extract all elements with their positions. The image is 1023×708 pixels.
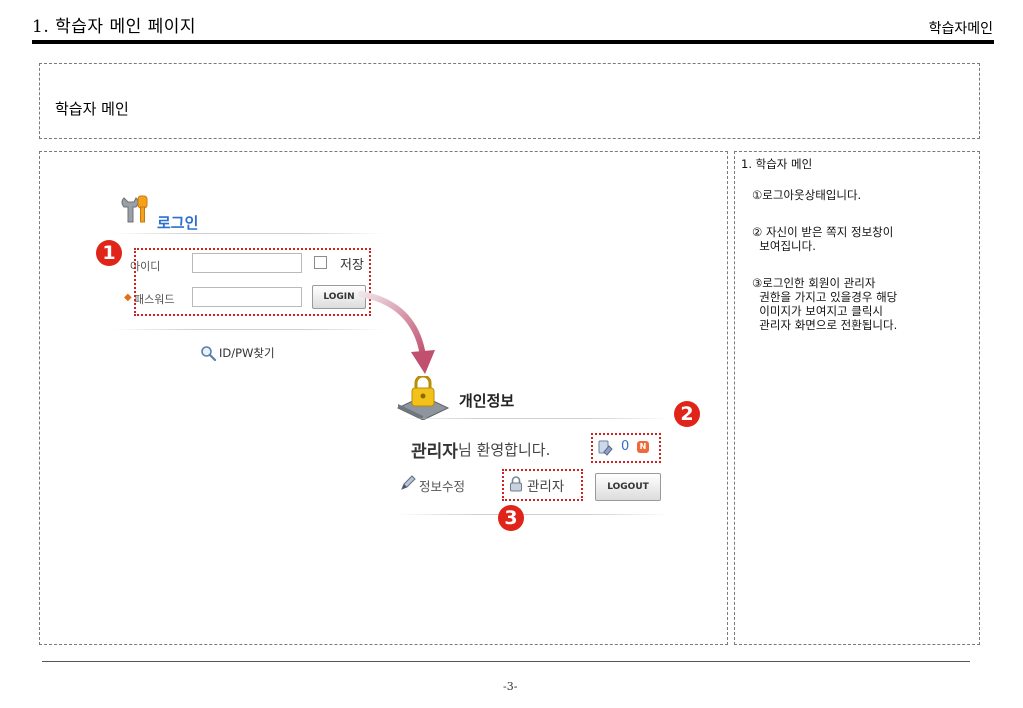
logout-button[interactable]: LOGOUT xyxy=(595,473,661,501)
login-title: 로그인 xyxy=(157,214,199,232)
find-id-password-link[interactable]: ID/PW찾기 xyxy=(219,345,275,361)
welcome-message: 님 환영합니다. xyxy=(458,441,551,459)
marker-2: 2 xyxy=(674,401,700,427)
section-label: 학습자메인 xyxy=(928,21,993,37)
pencil-icon xyxy=(401,475,416,490)
welcome-user-name: 관리자 xyxy=(411,442,458,462)
search-icon xyxy=(201,346,216,361)
message-highlight xyxy=(591,433,661,463)
screen-title-box xyxy=(39,63,980,139)
screen-title: 학습자 메인 xyxy=(55,100,129,118)
description-item: ② 자신이 받은 쪽지 정보창이 보여집니다. xyxy=(752,225,894,253)
login-divider xyxy=(113,329,385,330)
tools-icon xyxy=(121,195,148,223)
profile-title: 개인정보 xyxy=(459,392,515,410)
screen-preview-box xyxy=(39,151,728,645)
profile-title-divider xyxy=(395,418,670,419)
login-form-highlight xyxy=(134,248,371,316)
arrow-icon xyxy=(358,291,435,374)
bullet-icon: ◆ xyxy=(124,292,132,303)
page-number: -3- xyxy=(503,680,518,693)
lock-icon xyxy=(396,376,450,420)
description-item: ③로그인한 회원이 관리자 권한을 가지고 있을경우 해당 이미지가 보여지고 … xyxy=(752,276,898,332)
admin-highlight xyxy=(502,469,583,501)
description-item: ①로그아웃상태입니다. xyxy=(752,188,862,202)
marker-3: 3 xyxy=(498,505,524,531)
marker-1: 1 xyxy=(96,240,122,266)
footer-rule xyxy=(42,661,970,662)
header-rule xyxy=(32,40,994,44)
document-title: 1. 학습자 메인 페이지 xyxy=(32,17,197,37)
description-heading: 1. 학습자 메인 xyxy=(741,157,813,171)
profile-divider xyxy=(395,514,670,515)
login-title-divider xyxy=(113,233,385,234)
edit-profile-link[interactable]: 정보수정 xyxy=(419,476,465,495)
